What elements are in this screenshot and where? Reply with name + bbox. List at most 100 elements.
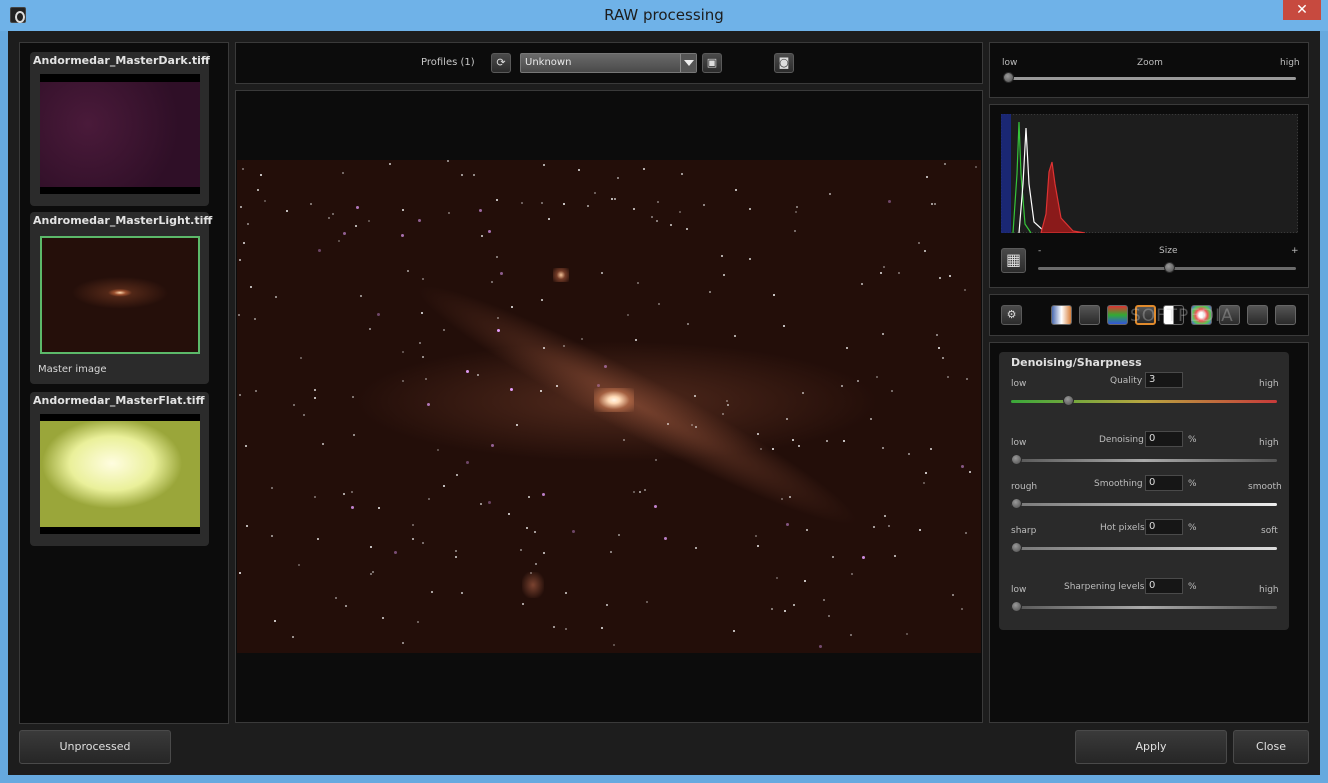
camera-tool[interactable]: [1247, 305, 1268, 325]
smoothing-input[interactable]: 0: [1145, 475, 1183, 491]
zoom-slider-knob[interactable]: [1003, 72, 1014, 83]
star: [784, 610, 786, 612]
denoising-label: Denoising: [1099, 435, 1144, 445]
zoom-title: Zoom: [1137, 58, 1163, 68]
star: [918, 242, 920, 244]
gear-icon: ⚙: [1006, 308, 1017, 321]
star: [826, 440, 828, 442]
star: [382, 617, 384, 619]
star: [771, 608, 773, 610]
apply-button[interactable]: Apply: [1075, 730, 1227, 764]
star: [760, 448, 762, 450]
quality-input[interactable]: 3: [1145, 372, 1183, 388]
star: [466, 461, 469, 464]
size-slider-knob[interactable]: [1164, 262, 1175, 273]
refresh-profiles-button[interactable]: ⟳: [491, 53, 511, 73]
star: [274, 620, 276, 622]
denoising-slider-knob[interactable]: [1011, 454, 1022, 465]
star: [601, 627, 603, 629]
sharpening-slider-knob[interactable]: [1011, 601, 1022, 612]
grid-toggle-button[interactable]: ▦: [1001, 248, 1026, 273]
watermark: SOFTPEDIA: [1130, 306, 1234, 326]
save-profile-button[interactable]: ▣: [702, 53, 722, 73]
star: [417, 621, 419, 623]
star: [934, 203, 936, 205]
sharpening-slider-track[interactable]: [1011, 606, 1277, 609]
star: [938, 347, 940, 349]
star: [930, 448, 932, 450]
export-tool[interactable]: [1275, 305, 1296, 325]
star: [443, 485, 445, 487]
star: [578, 169, 580, 171]
quality-slider-track[interactable]: [1011, 400, 1277, 403]
star: [543, 347, 545, 349]
star: [540, 390, 542, 392]
quality-label: Quality: [1110, 376, 1143, 386]
star: [749, 258, 751, 260]
thumbnail-card-dark[interactable]: Andormedar_MasterDark.tiff: [30, 52, 210, 206]
star: [726, 400, 728, 402]
sharpening-input[interactable]: 0: [1145, 578, 1183, 594]
thumbnail-image[interactable]: [40, 414, 200, 534]
star: [328, 217, 330, 219]
star: [239, 572, 241, 574]
star: [345, 605, 347, 607]
smoothing-slider-track[interactable]: [1011, 503, 1277, 506]
thumbnail-filename: Andormedar_MasterFlat.tiff: [33, 394, 205, 407]
unprocessed-button[interactable]: Unprocessed: [19, 730, 171, 764]
denoising-input[interactable]: 0: [1145, 431, 1183, 447]
size-plus-label: +: [1291, 246, 1299, 256]
star: [342, 172, 344, 174]
star: [338, 240, 340, 242]
quality-slider-knob[interactable]: [1063, 395, 1074, 406]
preview-image[interactable]: [237, 160, 981, 653]
hotpixels-slider-knob[interactable]: [1011, 542, 1022, 553]
star: [947, 376, 949, 378]
denoising-slider-track[interactable]: [1011, 459, 1277, 462]
histogram-chart: [1001, 114, 1298, 233]
hotpixels-slider-track[interactable]: [1011, 547, 1277, 550]
hotpixels-input[interactable]: 0: [1145, 519, 1183, 535]
star: [939, 277, 941, 279]
star: [594, 192, 596, 194]
thumbnail-image[interactable]: [40, 74, 200, 194]
star: [461, 592, 463, 594]
star: [246, 525, 248, 527]
star: [857, 380, 859, 382]
star: [667, 423, 669, 425]
smoothing-slider-knob[interactable]: [1011, 498, 1022, 509]
thumbnail-image-selected[interactable]: [40, 236, 200, 354]
star: [466, 370, 469, 373]
window-close-button[interactable]: ✕: [1283, 0, 1321, 20]
profile-select[interactable]: Unknown: [520, 53, 697, 73]
zoom-slider-track[interactable]: [1004, 77, 1296, 80]
star: [370, 546, 372, 548]
star: [422, 356, 424, 358]
star: [496, 256, 498, 258]
image-view[interactable]: [235, 90, 983, 723]
close-button[interactable]: Close: [1233, 730, 1309, 764]
color-balance-tool[interactable]: [1051, 305, 1072, 325]
star: [944, 163, 946, 165]
thumbnail-card-flat[interactable]: Andormedar_MasterFlat.tiff: [30, 392, 209, 546]
grid-icon: ▦: [1005, 250, 1022, 269]
snapshot-button[interactable]: ◙: [774, 53, 794, 73]
star: [314, 496, 316, 498]
star: [481, 235, 483, 237]
star: [695, 547, 697, 549]
chevron-down-icon[interactable]: [680, 54, 696, 72]
channels-tool[interactable]: [1107, 305, 1128, 325]
denoising-left-label: low: [1011, 438, 1027, 448]
star: [421, 312, 423, 314]
star: [646, 601, 648, 603]
thumbnail-card-light[interactable]: Andromedar_MasterLight.tiff Master image: [30, 212, 212, 384]
settings-button[interactable]: ⚙: [1001, 305, 1022, 325]
star: [961, 608, 963, 610]
star: [394, 551, 397, 554]
levels-tool[interactable]: [1079, 305, 1100, 325]
sharpening-left-label: low: [1011, 585, 1027, 595]
star: [422, 542, 424, 544]
star: [310, 203, 312, 205]
star: [351, 506, 354, 509]
client-area: Andormedar_MasterDark.tiff Andromedar_Ma…: [8, 31, 1320, 775]
